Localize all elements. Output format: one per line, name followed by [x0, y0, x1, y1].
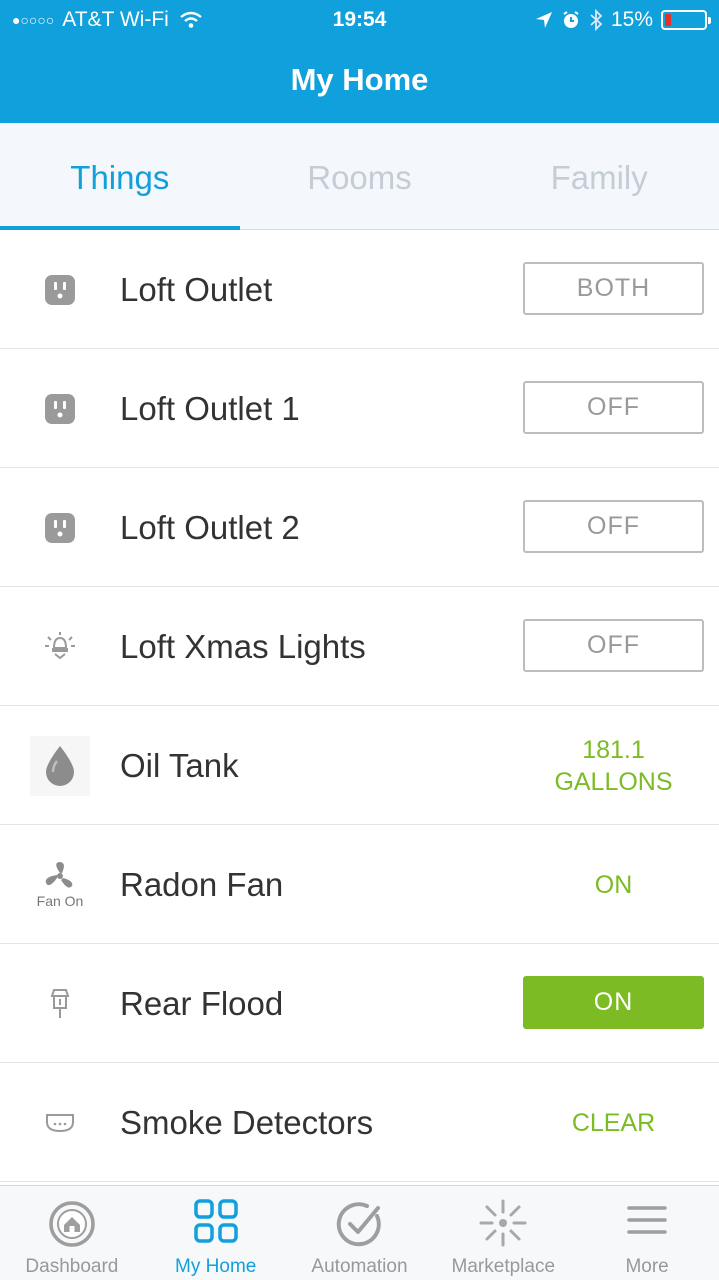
- tabbar-automation[interactable]: Automation: [288, 1186, 432, 1280]
- outlet-icon: [30, 498, 90, 558]
- outlet-icon: [30, 379, 90, 439]
- outlet-icon: [30, 260, 90, 320]
- device-name: Radon Fan: [120, 866, 284, 903]
- device-row-loft-xmas-lights[interactable]: Loft Xmas Lights OFF: [0, 587, 719, 706]
- device-row-loft-outlet-1[interactable]: Loft Outlet 1 OFF: [0, 349, 719, 468]
- light-icon: [30, 617, 90, 677]
- bottom-tab-bar: Dashboard My Home Automation Marketplace…: [0, 1185, 719, 1280]
- marketplace-icon: [431, 1198, 575, 1250]
- oil-level-number: 181.1: [582, 735, 645, 764]
- dashboard-icon: [0, 1198, 144, 1250]
- location-arrow-icon: [535, 11, 553, 29]
- device-name: Loft Outlet 2: [120, 509, 300, 546]
- device-name: Smoke Detectors: [120, 1104, 374, 1141]
- device-name: Loft Xmas Lights: [120, 628, 366, 665]
- on-toggle-button[interactable]: ON: [523, 976, 704, 1029]
- oil-level-value: 181.1 GALLONS: [523, 706, 704, 825]
- tabbar-marketplace[interactable]: Marketplace: [431, 1186, 575, 1280]
- tabbar-label: More: [625, 1256, 669, 1277]
- device-name: Oil Tank: [120, 747, 239, 784]
- tabbar-label: Marketplace: [451, 1256, 556, 1277]
- both-toggle-button[interactable]: BOTH: [523, 262, 704, 315]
- battery-fill: [665, 14, 671, 26]
- status-bar: ●○○○○ AT&T Wi-Fi 19:54 15%: [0, 0, 719, 40]
- check-circle-icon: [288, 1198, 432, 1250]
- smoke-detector-icon: [30, 1093, 90, 1153]
- off-toggle-button[interactable]: OFF: [523, 381, 704, 434]
- tabbar-label: Dashboard: [25, 1256, 119, 1277]
- device-row-rear-flood[interactable]: Rear Flood ON: [0, 944, 719, 1063]
- tabbar-label: My Home: [175, 1256, 257, 1277]
- status-right: 15%: [535, 8, 711, 32]
- device-row-smoke-detectors[interactable]: Smoke Detectors CLEAR: [0, 1063, 719, 1182]
- tab-rooms[interactable]: Rooms: [240, 123, 480, 229]
- off-toggle-button[interactable]: OFF: [523, 619, 704, 672]
- oil-level-unit: GALLONS: [554, 767, 673, 796]
- tabbar-label: Automation: [311, 1256, 408, 1277]
- grid-icon: [144, 1198, 288, 1250]
- fan-icon: [43, 861, 77, 891]
- tabbar-more[interactable]: More: [575, 1186, 719, 1280]
- tabbar-my-home[interactable]: My Home: [144, 1186, 288, 1280]
- device-list: Loft Outlet BOTH Loft Outlet 1 OFF Loft …: [0, 230, 719, 1182]
- bluetooth-icon: [589, 9, 603, 31]
- alarm-clock-icon: [561, 10, 581, 30]
- oil-drop-icon: [30, 736, 90, 796]
- tab-things[interactable]: Things: [0, 123, 240, 230]
- fan-icon-wrap: Fan On: [30, 855, 90, 915]
- device-row-radon-fan[interactable]: Fan On Radon Fan ON: [0, 825, 719, 944]
- menu-icon: [575, 1198, 719, 1250]
- device-row-loft-outlet-2[interactable]: Loft Outlet 2 OFF: [0, 468, 719, 587]
- device-name: Rear Flood: [120, 985, 284, 1022]
- tab-family[interactable]: Family: [479, 123, 719, 229]
- segment-tabs: Things Rooms Family: [0, 123, 719, 230]
- battery-icon: [661, 10, 711, 30]
- device-row-oil-tank[interactable]: Oil Tank 181.1 GALLONS: [0, 706, 719, 825]
- smoke-status: CLEAR: [571, 1108, 656, 1137]
- fan-status-label: Fan On: [36, 893, 84, 909]
- header: ●○○○○ AT&T Wi-Fi 19:54 15% My Home: [0, 0, 719, 123]
- radon-fan-status: ON: [594, 870, 633, 899]
- battery-percent: 15%: [610, 8, 653, 31]
- page-title: My Home: [290, 62, 429, 97]
- device-row-loft-outlet[interactable]: Loft Outlet BOTH: [0, 230, 719, 349]
- tabbar-dashboard[interactable]: Dashboard: [0, 1186, 144, 1280]
- device-name: Loft Outlet: [120, 271, 273, 308]
- off-toggle-button[interactable]: OFF: [523, 500, 704, 553]
- lantern-icon: [30, 974, 90, 1034]
- device-name: Loft Outlet 1: [120, 390, 300, 427]
